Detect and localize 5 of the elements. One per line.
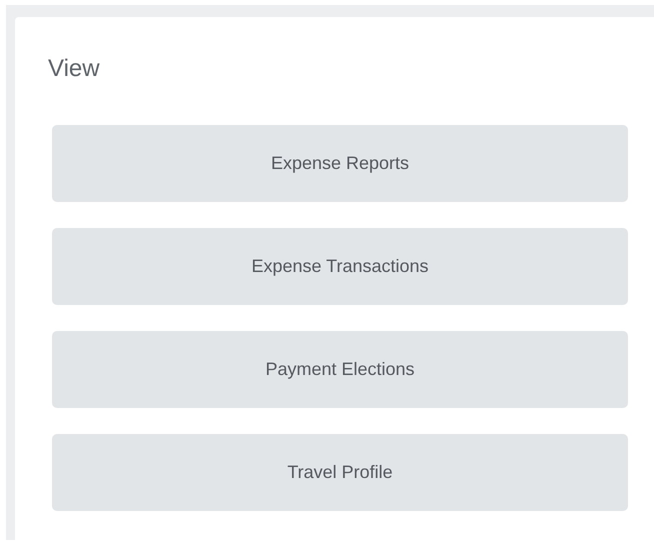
view-button[interactable]: Expense Reports (52, 125, 628, 202)
view-button[interactable]: Expense Transactions (52, 228, 628, 305)
view-button[interactable]: Travel Profile (52, 434, 628, 511)
section-title: View (48, 55, 101, 83)
view-button[interactable]: Payment Elections (52, 331, 628, 408)
